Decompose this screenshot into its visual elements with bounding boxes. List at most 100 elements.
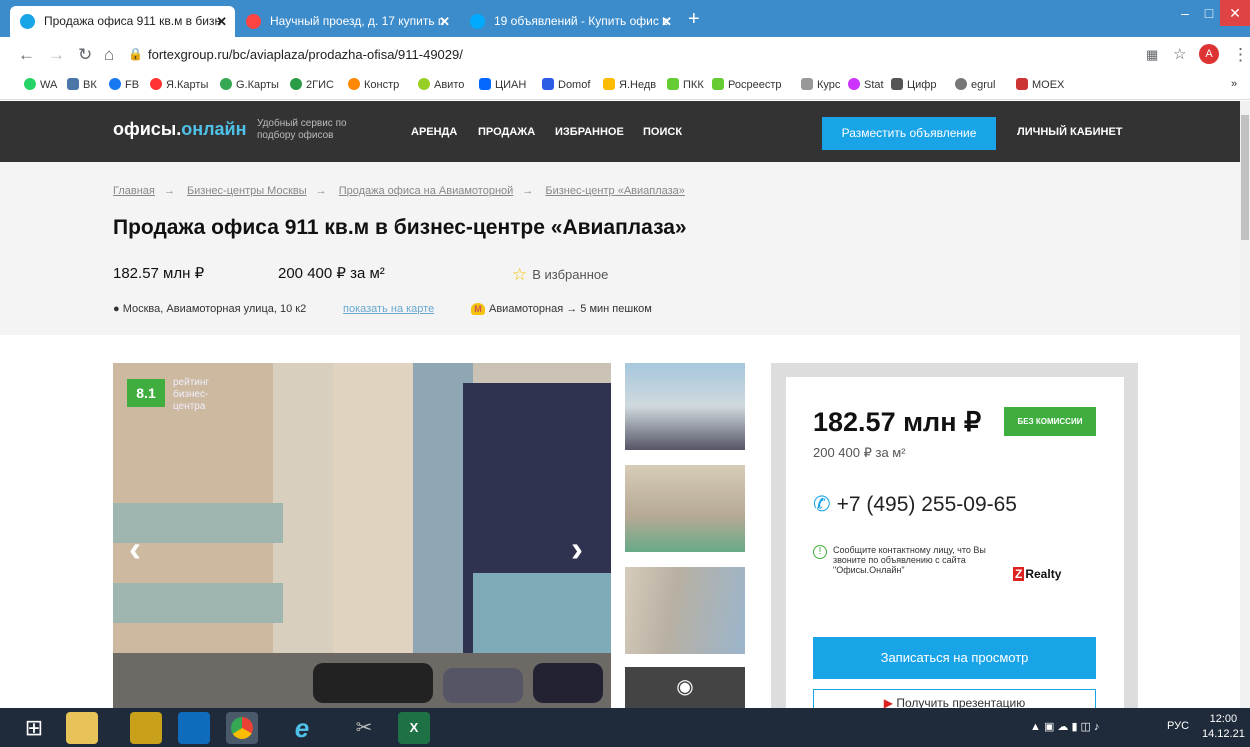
chevron-left-icon[interactable]: ‹ xyxy=(129,528,141,570)
bookmark-item[interactable]: Росреестр xyxy=(712,78,781,91)
bookmark-item[interactable]: Констр xyxy=(348,78,399,91)
account-link[interactable]: ЛИЧНЫЙ КАБИНЕТ xyxy=(1017,126,1123,138)
bookmark-item[interactable]: FB xyxy=(109,78,139,91)
excel-icon[interactable]: X xyxy=(398,712,430,744)
more-bookmarks-icon[interactable]: » xyxy=(1231,78,1237,90)
pdf-icon: ▶ xyxy=(883,696,893,708)
bookmark-item[interactable]: WA xyxy=(24,78,57,91)
language-indicator[interactable]: РУС xyxy=(1167,720,1189,732)
bookmark-item[interactable]: 2ГИС xyxy=(290,78,334,91)
url-field[interactable]: fortexgroup.ru/bc/aviaplaza/prodazha-ofi… xyxy=(148,47,463,62)
breadcrumb-link[interactable]: Бизнес-центр «Авиаплаза» xyxy=(545,185,685,197)
minimize-icon[interactable]: – xyxy=(1172,0,1198,26)
bookmark-item[interactable]: ПКК xyxy=(667,78,704,91)
bookmark-item[interactable]: Цифр xyxy=(891,78,936,91)
star-icon: ☆ xyxy=(512,265,528,284)
windows-start-icon[interactable]: ⊞ xyxy=(18,712,50,744)
nav-rent[interactable]: АРЕНДА xyxy=(411,126,457,138)
chevron-right-icon[interactable]: › xyxy=(571,528,583,570)
book-viewing-button[interactable]: Записаться на просмотр xyxy=(813,637,1096,679)
forward-icon[interactable]: → xyxy=(48,45,65,65)
outlook-icon[interactable] xyxy=(178,712,210,744)
maximize-icon[interactable]: □ xyxy=(1198,0,1220,26)
info-icon: ! xyxy=(813,545,827,559)
listing-price-per-m2: 200 400 ₽ за м² xyxy=(278,265,385,282)
file-explorer-icon[interactable] xyxy=(66,712,98,744)
rating-label: рейтинг бизнес-центра xyxy=(173,377,210,412)
agency-logo: Z Realty xyxy=(1013,567,1062,581)
reload-icon[interactable]: ↻ xyxy=(78,45,92,65)
close-tab-icon[interactable]: ✕ xyxy=(439,6,450,37)
profile-avatar[interactable]: A xyxy=(1199,44,1219,64)
site-header: офисы.онлайн Удобный сервис по подбору о… xyxy=(0,101,1240,162)
tab-2[interactable]: Научный проезд, д. 17 купить п ✕ xyxy=(236,6,458,37)
breadcrumb-link[interactable]: Продажа офиса на Авиамоторной xyxy=(339,185,514,197)
no-commission-badge: БЕЗ КОМИССИИ xyxy=(1004,407,1096,436)
site-logo[interactable]: офисы.онлайн xyxy=(113,119,246,140)
tray-icons[interactable]: ▲ ▣ ☁ ▮ ◫ ♪ xyxy=(1030,720,1100,733)
internet-explorer-icon[interactable]: e xyxy=(286,712,318,744)
translate-icon[interactable]: ▦ xyxy=(1146,47,1158,63)
snipping-tool-icon[interactable]: ✂ xyxy=(348,712,380,744)
close-window-icon[interactable]: ✕ xyxy=(1220,0,1250,26)
camera-icon[interactable]: ◉ xyxy=(625,667,745,708)
phone-number[interactable]: ✆ +7 (495) 255-09-65 xyxy=(813,492,1017,517)
bookmarks-bar: WA ВК FB Я.Карты G.Карты 2ГИС Констр Ави… xyxy=(0,73,1250,100)
clock[interactable]: 12:00 14.12.21 xyxy=(1202,712,1245,742)
location-pin-icon: ● xyxy=(113,303,120,315)
metro-info: М Авиамоторная → 5 мин пешком xyxy=(471,303,652,315)
post-listing-button[interactable]: Разместить объявление xyxy=(822,117,996,150)
star-bookmark-icon[interactable]: ☆ xyxy=(1173,45,1186,63)
chrome-icon[interactable] xyxy=(226,712,258,744)
breadcrumb: Главная → Бизнес-центры Москвы → Продажа о… xyxy=(113,185,685,197)
tab-label: Продажа офиса 911 кв.м в бизн xyxy=(44,14,222,28)
bookmark-item[interactable]: G.Карты xyxy=(220,78,279,91)
back-icon[interactable]: ← xyxy=(18,45,35,65)
site-tagline: Удобный сервис по подбору офисов xyxy=(257,118,347,141)
yandex-favicon-icon xyxy=(246,14,261,29)
bookmark-item[interactable]: Domof xyxy=(542,78,590,91)
nav-sale[interactable]: ПРОДАЖА xyxy=(478,126,535,138)
bookmark-item[interactable]: ВК xyxy=(67,78,97,91)
add-to-favorites-button[interactable]: ☆ В избранное xyxy=(512,265,608,285)
home-icon[interactable]: ⌂ xyxy=(104,45,114,65)
show-on-map-link[interactable]: показать на карте xyxy=(343,303,434,315)
metro-icon: М xyxy=(471,303,485,315)
bookmark-item[interactable]: Я.Недв xyxy=(603,78,656,91)
tab-active[interactable]: Продажа офиса 911 кв.м в бизн ✕ xyxy=(10,6,235,37)
bookmark-item[interactable]: MOEX xyxy=(1016,78,1064,91)
bookmark-item[interactable]: Авито xyxy=(418,78,464,91)
app-icon[interactable] xyxy=(130,712,162,744)
address-bar: ← → ↻ ⌂ 🔒 fortexgroup.ru/bc/aviaplaza/pr… xyxy=(0,37,1250,73)
listing-price: 182.57 млн ₽ xyxy=(113,265,205,282)
building-photo xyxy=(113,363,611,708)
new-tab-button[interactable]: + xyxy=(688,6,700,32)
breadcrumb-link[interactable]: Бизнес-центры Москвы xyxy=(187,185,307,197)
scrollbar-thumb[interactable] xyxy=(1241,115,1249,240)
bookmark-item[interactable]: Я.Карты xyxy=(150,78,208,91)
page-title: Продажа офиса 911 кв.м в бизнес-центре «… xyxy=(113,216,687,239)
windows-taskbar: ⊞ e ✂ X ▲ ▣ ☁ ▮ ◫ ♪ РУС 12:00 14.12.21 xyxy=(0,708,1250,747)
nav-favorites[interactable]: ИЗБРАННОЕ xyxy=(555,126,624,138)
bookmark-item[interactable]: egrul xyxy=(955,78,995,91)
get-presentation-button[interactable]: ▶ Получить презентацию xyxy=(813,689,1096,708)
photo-thumbnail[interactable] xyxy=(625,363,745,450)
listing-address: ● Москва, Авиамоторная улица, 10 к2 xyxy=(113,303,307,315)
breadcrumb-link[interactable]: Главная xyxy=(113,185,155,197)
close-tab-icon[interactable]: ✕ xyxy=(661,6,672,37)
browser-tabstrip: Продажа офиса 911 кв.м в бизн ✕ Научный … xyxy=(0,0,1250,37)
tab-label: 19 объявлений - Купить офис в xyxy=(494,14,669,28)
tab-3[interactable]: 19 объявлений - Купить офис в ✕ xyxy=(460,6,680,37)
menu-icon[interactable]: ⋮ xyxy=(1232,45,1249,65)
close-tab-icon[interactable]: ✕ xyxy=(216,6,227,37)
bookmark-item[interactable]: Курс xyxy=(801,78,840,91)
bookmark-item[interactable]: Stat xyxy=(848,78,884,91)
lock-icon: 🔒 xyxy=(128,47,143,61)
photo-thumbnail[interactable] xyxy=(625,465,745,552)
site-favicon-icon xyxy=(20,14,35,29)
nav-search[interactable]: ПОИСК xyxy=(643,126,682,138)
photo-thumbnail[interactable] xyxy=(625,567,745,654)
main-photo[interactable]: 8.1 рейтинг бизнес-центра ‹ › xyxy=(113,363,611,708)
bookmark-item[interactable]: ЦИАН xyxy=(479,78,526,91)
contact-note: ! Сообщите контактному лицу, что Вы звони… xyxy=(813,545,1003,575)
